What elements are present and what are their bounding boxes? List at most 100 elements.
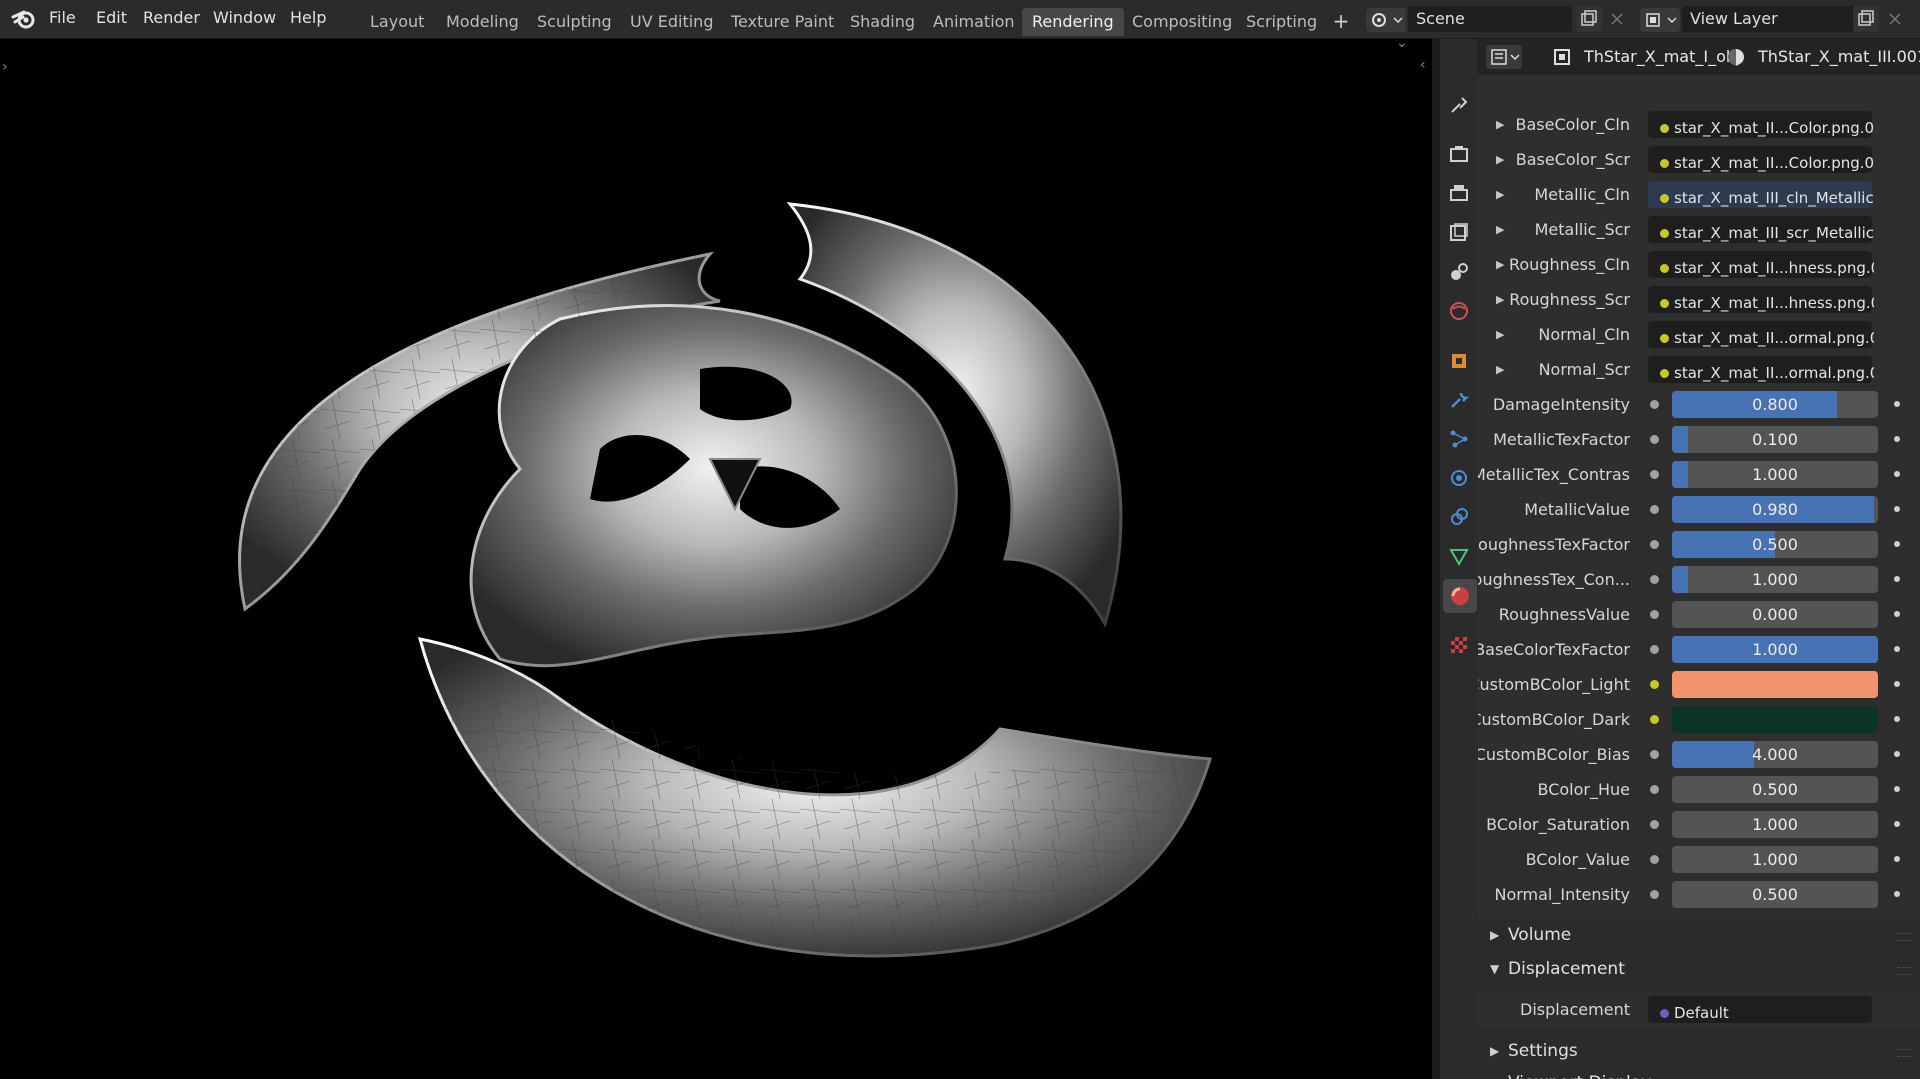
scene-selector-button[interactable] (1366, 8, 1406, 32)
object-name[interactable]: ThStar_X_mat_I_obj (1584, 47, 1740, 66)
expand-arrow-icon[interactable]: ▶ (1496, 107, 1504, 142)
texture-field[interactable]: star_X_mat_II...Color.png.001 (1648, 111, 1874, 138)
keyframe-dot-icon[interactable] (1894, 541, 1900, 547)
drag-grip-icon[interactable] (1898, 967, 1912, 975)
constraints-icon[interactable] (1448, 506, 1470, 528)
tab-layout[interactable]: Layout (360, 8, 434, 36)
keyframe-dot-icon[interactable] (1894, 716, 1900, 722)
expand-arrow-icon[interactable]: ▶ (1496, 247, 1504, 282)
texture-field[interactable]: star_X_mat_II...ormal.png.001 (1648, 321, 1874, 348)
render-viewport[interactable]: › ⌄ ‹ (0, 39, 1432, 1079)
menu-render[interactable]: Render (143, 8, 200, 27)
value-slider[interactable]: 1.000 (1672, 566, 1878, 593)
keyframe-dot-icon[interactable] (1894, 646, 1900, 652)
menu-edit[interactable]: Edit (96, 8, 127, 27)
menu-window[interactable]: Window (213, 8, 276, 27)
header-collapse-icon[interactable]: ⌄ (1396, 39, 1408, 51)
world-icon[interactable] (1448, 300, 1470, 322)
keyframe-dot-icon[interactable] (1894, 751, 1900, 757)
keyframe-dot-icon[interactable] (1894, 891, 1900, 897)
scene-icon[interactable] (1448, 261, 1470, 283)
delete-view-layer-button[interactable] (1882, 6, 1908, 32)
tab-sculpting[interactable]: Sculpting (527, 8, 622, 36)
drag-grip-icon[interactable] (1898, 1049, 1912, 1057)
color-swatch[interactable] (1672, 671, 1878, 698)
view-layer-icon[interactable] (1448, 221, 1470, 243)
tab-texture-paint[interactable]: Texture Paint (721, 8, 844, 36)
texture-field[interactable]: star_X_mat_III_scr_Metallic.... (1648, 216, 1874, 243)
tool-icon[interactable] (1448, 94, 1470, 116)
scene-name-field[interactable]: Scene (1408, 6, 1572, 32)
material-tab[interactable] (1443, 579, 1477, 613)
value-slider[interactable]: 1.000 (1672, 811, 1878, 838)
keyframe-dot-icon[interactable] (1894, 856, 1900, 862)
value-slider[interactable]: 0.500 (1672, 881, 1878, 908)
editor-separator[interactable] (1432, 39, 1440, 1079)
keyframe-dot-icon[interactable] (1894, 786, 1900, 792)
drag-grip-icon[interactable] (1898, 933, 1912, 941)
delete-scene-button[interactable] (1604, 6, 1630, 32)
expand-arrow-icon[interactable]: ▶ (1496, 352, 1504, 387)
keyframe-dot-icon[interactable] (1894, 681, 1900, 687)
value-slider[interactable]: 0.800 (1672, 391, 1878, 418)
expand-arrow-icon[interactable]: ▶ (1496, 282, 1504, 317)
displacement-section[interactable]: ▼ Displacement (1478, 953, 1920, 985)
view-layer-selector-button[interactable] (1640, 8, 1680, 32)
expand-arrow-icon[interactable]: ▶ (1496, 142, 1504, 177)
settings-section[interactable]: ▶ Settings (1478, 1035, 1920, 1067)
value-slider[interactable]: 1.000 (1672, 461, 1878, 488)
new-view-layer-button[interactable] (1853, 6, 1879, 32)
toolbar-expand-icon[interactable]: › (2, 59, 8, 75)
menu-help[interactable]: Help (290, 8, 326, 27)
texture-icon[interactable] (1448, 634, 1470, 656)
value-slider[interactable]: 0.000 (1672, 601, 1878, 628)
value-slider[interactable]: 0.500 (1672, 531, 1878, 558)
value-slider[interactable]: 0.500 (1672, 776, 1878, 803)
object-data-icon[interactable] (1448, 545, 1470, 567)
keyframe-dot-icon[interactable] (1894, 821, 1900, 827)
particles-icon[interactable] (1448, 428, 1470, 450)
editor-type-button[interactable] (1486, 45, 1522, 69)
tab-animation[interactable]: Animation (923, 8, 1025, 36)
expand-arrow-icon[interactable]: ▶ (1496, 212, 1504, 247)
keyframe-dot-icon[interactable] (1894, 611, 1900, 617)
displacement-field[interactable]: Default (1648, 996, 1872, 1023)
object-icon[interactable] (1448, 350, 1470, 372)
value-slider[interactable]: 4.000 (1672, 741, 1878, 768)
material-name[interactable]: ThStar_X_mat_III.001 (1758, 47, 1920, 66)
value-slider[interactable]: 0.100 (1672, 426, 1878, 453)
texture-field[interactable]: star_X_mat_II...hness.png.001 (1648, 286, 1874, 313)
view-layer-name-field[interactable]: View Layer (1682, 6, 1856, 32)
texture-field[interactable]: star_X_mat_III_cln_Metallic.... (1648, 181, 1874, 208)
value-slider[interactable]: 1.000 (1672, 636, 1878, 663)
value-slider[interactable]: 0.980 (1672, 496, 1878, 523)
value-slider[interactable]: 1.000 (1672, 846, 1878, 873)
render-icon[interactable] (1448, 143, 1470, 165)
tab-shading[interactable]: Shading (840, 8, 925, 36)
menu-file[interactable]: File (49, 8, 76, 27)
add-workspace-button[interactable]: + (1329, 7, 1353, 35)
blender-logo-icon[interactable] (10, 6, 38, 32)
tab-scripting[interactable]: Scripting (1236, 8, 1327, 36)
new-scene-button[interactable] (1576, 6, 1602, 32)
physics-icon[interactable] (1448, 467, 1470, 489)
texture-field[interactable]: star_X_mat_II...hness.png.001 (1648, 251, 1874, 278)
expand-arrow-icon[interactable]: ▶ (1496, 317, 1504, 352)
texture-field[interactable]: star_X_mat_II...ormal.png.001 (1648, 356, 1874, 383)
sidebar-expand-icon[interactable]: ‹ (1420, 57, 1426, 73)
output-icon[interactable] (1448, 182, 1470, 204)
keyframe-dot-icon[interactable] (1894, 401, 1900, 407)
color-swatch[interactable] (1672, 706, 1878, 733)
keyframe-dot-icon[interactable] (1894, 436, 1900, 442)
tab-modeling[interactable]: Modeling (436, 8, 529, 36)
keyframe-dot-icon[interactable] (1894, 506, 1900, 512)
tab-uv-editing[interactable]: UV Editing (620, 8, 723, 36)
tab-rendering[interactable]: Rendering (1022, 8, 1124, 36)
tab-compositing[interactable]: Compositing (1122, 8, 1242, 36)
texture-field[interactable]: star_X_mat_II...Color.png.001 (1648, 146, 1874, 173)
modifier-wrench-icon[interactable] (1448, 389, 1470, 411)
expand-arrow-icon[interactable]: ▶ (1496, 177, 1504, 212)
keyframe-dot-icon[interactable] (1894, 576, 1900, 582)
viewport-display-section[interactable]: ▶ Viewport Display (1478, 1067, 1920, 1079)
keyframe-dot-icon[interactable] (1894, 471, 1900, 477)
